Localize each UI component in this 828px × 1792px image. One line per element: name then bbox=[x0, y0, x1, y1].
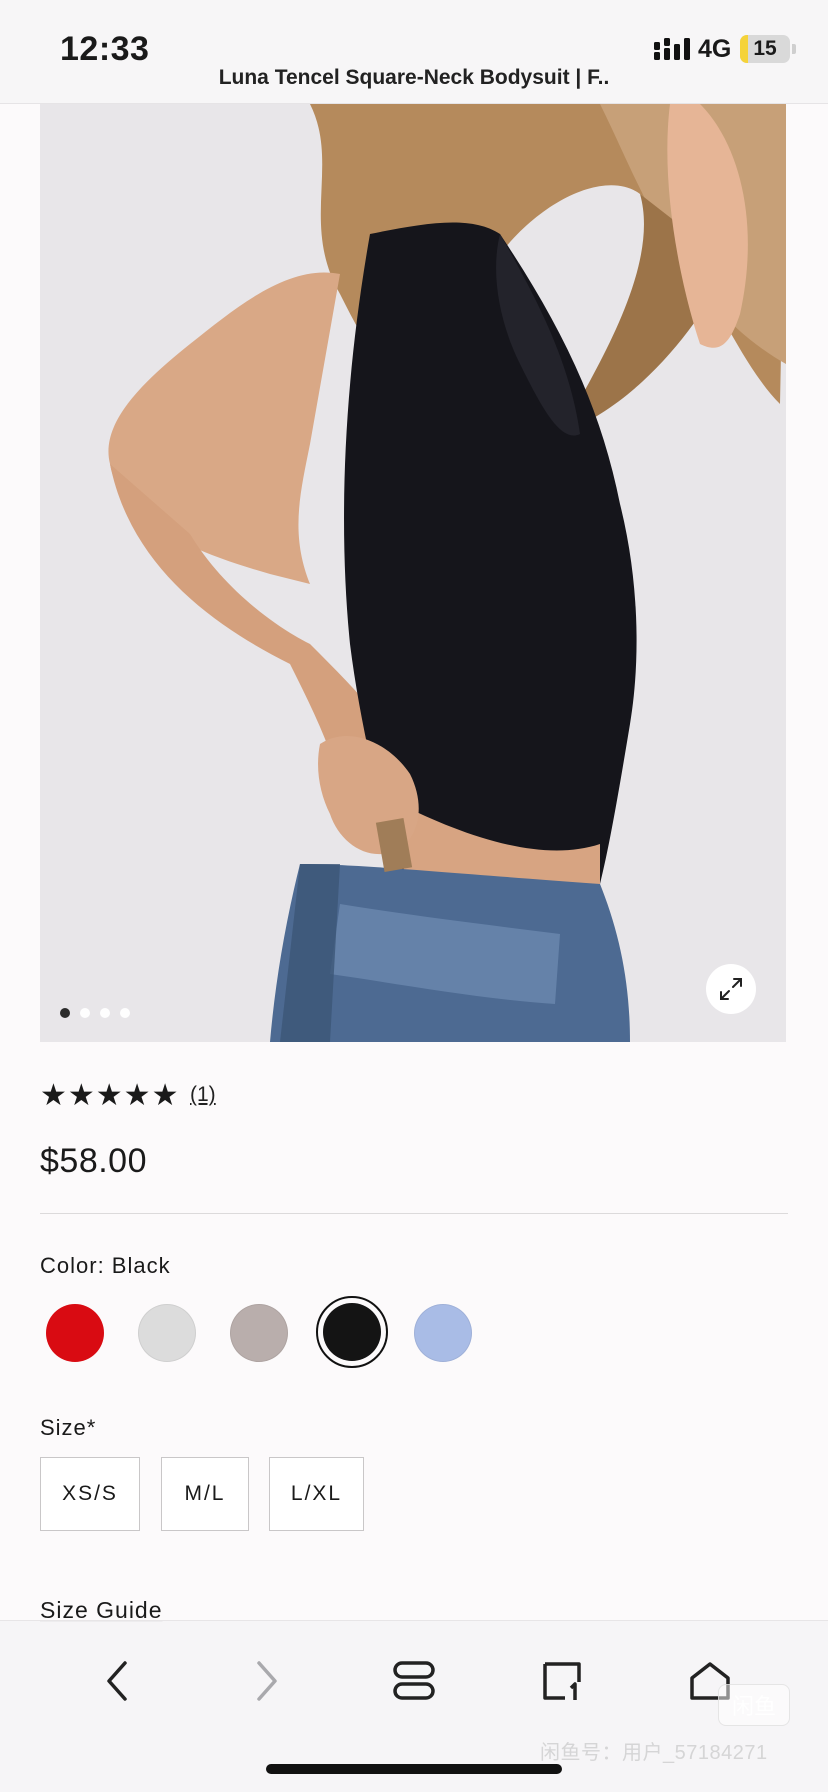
gallery-dot[interactable] bbox=[100, 1008, 110, 1018]
home-indicator[interactable] bbox=[266, 1764, 562, 1774]
bookmarks-button[interactable] bbox=[532, 1651, 592, 1711]
rating-stars: ★★★★★ bbox=[40, 1079, 180, 1112]
product-page: 12:33 4G 15 Luna Tencel Square-Neck Body… bbox=[0, 0, 828, 1792]
forward-button[interactable] bbox=[236, 1651, 296, 1711]
gallery-dot[interactable] bbox=[80, 1008, 90, 1018]
status-bar: 12:33 4G 15 Luna Tencel Square-Neck Body… bbox=[0, 0, 828, 104]
page-title[interactable]: Luna Tencel Square-Neck Bodysuit | F.. bbox=[0, 66, 828, 90]
gallery-pagination[interactable] bbox=[60, 1008, 130, 1018]
expand-arrows-icon bbox=[720, 978, 742, 1000]
gallery-dot[interactable] bbox=[120, 1008, 130, 1018]
swatch-light-blue[interactable] bbox=[414, 1304, 472, 1362]
watermark-badge: 闲鱼 bbox=[718, 1684, 790, 1726]
chevron-left-icon bbox=[107, 1661, 127, 1701]
swatch-red[interactable] bbox=[46, 1304, 104, 1362]
swatch-fill bbox=[46, 1304, 104, 1362]
swatch-fill bbox=[414, 1304, 472, 1362]
product-photo-illustration bbox=[40, 104, 786, 1042]
product-price: $58.00 bbox=[40, 1142, 147, 1180]
back-button[interactable] bbox=[88, 1651, 148, 1711]
swatch-taupe[interactable] bbox=[230, 1304, 288, 1362]
size-option-l-xl[interactable]: L/XL bbox=[269, 1457, 364, 1531]
battery-nub bbox=[792, 44, 796, 54]
color-label: Color: Black bbox=[40, 1253, 171, 1278]
cellular-signal-icon bbox=[654, 38, 690, 60]
network-type: 4G bbox=[698, 35, 732, 63]
product-image[interactable] bbox=[40, 104, 786, 1042]
divider bbox=[40, 1213, 788, 1214]
bookmark-icon bbox=[543, 1662, 581, 1700]
watermark-text: 闲鱼号：用户_57184271 bbox=[540, 1742, 768, 1764]
tabs-icon bbox=[393, 1661, 435, 1700]
swatch-fill bbox=[323, 1303, 381, 1361]
battery-icon: 15 bbox=[740, 35, 790, 63]
size-label: Size* bbox=[40, 1415, 97, 1440]
swatch-fill bbox=[230, 1304, 288, 1362]
status-time: 12:33 bbox=[60, 30, 150, 68]
size-option-xs-s[interactable]: XS/S bbox=[40, 1457, 140, 1531]
battery-percent: 15 bbox=[753, 37, 777, 60]
size-option-m-l[interactable]: M/L bbox=[161, 1457, 249, 1531]
expand-image-button[interactable] bbox=[706, 964, 756, 1014]
tabs-button[interactable] bbox=[384, 1651, 444, 1711]
swatch-black[interactable] bbox=[316, 1296, 388, 1368]
swatch-light-grey[interactable] bbox=[138, 1304, 196, 1362]
color-swatches bbox=[40, 1296, 500, 1368]
chevron-right-icon bbox=[257, 1661, 277, 1701]
swatch-fill bbox=[138, 1304, 196, 1362]
review-count-link[interactable]: (1) bbox=[190, 1083, 216, 1107]
gallery-dot[interactable] bbox=[60, 1008, 70, 1018]
